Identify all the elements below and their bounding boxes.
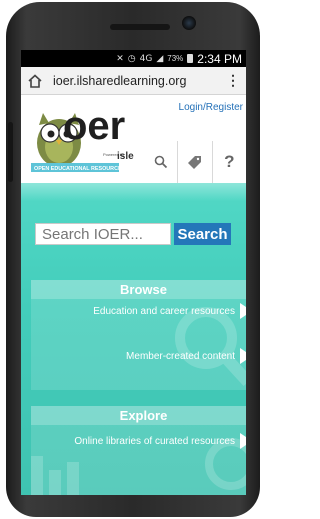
home-icon[interactable] [27,73,43,89]
search-icon [154,155,167,169]
status-bar: ✕ ◷ 4G ◢ 73% 2:34 PM [21,50,246,67]
url-field[interactable]: ioer.ilsharedlearning.org [53,74,226,88]
education-career-label: Education and career resources [93,305,235,317]
online-libraries-link[interactable]: Online libraries of curated resources [74,433,246,449]
logo-brand: isle [117,151,134,162]
front-camera [182,16,196,30]
clock: 2:34 PM [197,51,242,66]
search-tool-button[interactable] [144,141,177,183]
main-content: Search Browse Education and career resou… [21,183,246,495]
search-button[interactable]: Search [174,223,231,245]
mute-icon: ✕ [116,53,124,64]
battery-icon [187,54,194,63]
tag-tool-button[interactable] [177,141,211,183]
login-register-link[interactable]: Login/Register [179,102,243,113]
browse-panel: Browse Education and career resources Me… [31,280,246,390]
power-button [8,122,13,182]
earpiece-speaker [110,24,170,30]
explore-panel: Explore Online libraries of curated reso… [31,406,246,495]
member-content-link[interactable]: Member-created content [126,348,246,364]
help-icon: ? [224,152,235,171]
ioer-logo[interactable]: oer Powered by isle OPEN EDUCATIONAL RES… [29,99,137,179]
header-tools: ? [144,141,246,183]
site-header: oer Powered by isle OPEN EDUCATIONAL RES… [21,95,246,183]
play-arrow-icon [240,433,246,449]
4g-icon: 4G [139,53,153,64]
battery-percent: 73% [167,54,184,63]
phone-screen: ✕ ◷ 4G ◢ 73% 2:34 PM ioer.ilsharedlearni… [21,50,246,495]
signal-icon: ◢ [156,53,164,64]
education-career-link[interactable]: Education and career resources [93,303,246,319]
play-arrow-icon [240,348,246,364]
search-row: Search [35,223,231,245]
tag-icon [188,155,202,169]
browse-title: Browse [31,280,246,299]
explore-title: Explore [31,406,246,425]
help-tool-button[interactable]: ? [211,141,246,183]
search-input[interactable] [35,223,171,245]
logo-wordmark: oer [63,104,125,148]
play-arrow-icon [240,303,246,319]
alarm-icon: ◷ [127,53,136,64]
address-bar: ioer.ilsharedlearning.org ⋮ [21,67,246,95]
overflow-menu-icon[interactable]: ⋮ [226,72,240,89]
online-libraries-label: Online libraries of curated resources [74,435,235,447]
logo-tagline: OPEN EDUCATIONAL RESOURCES [34,166,126,172]
member-content-label: Member-created content [126,350,235,362]
